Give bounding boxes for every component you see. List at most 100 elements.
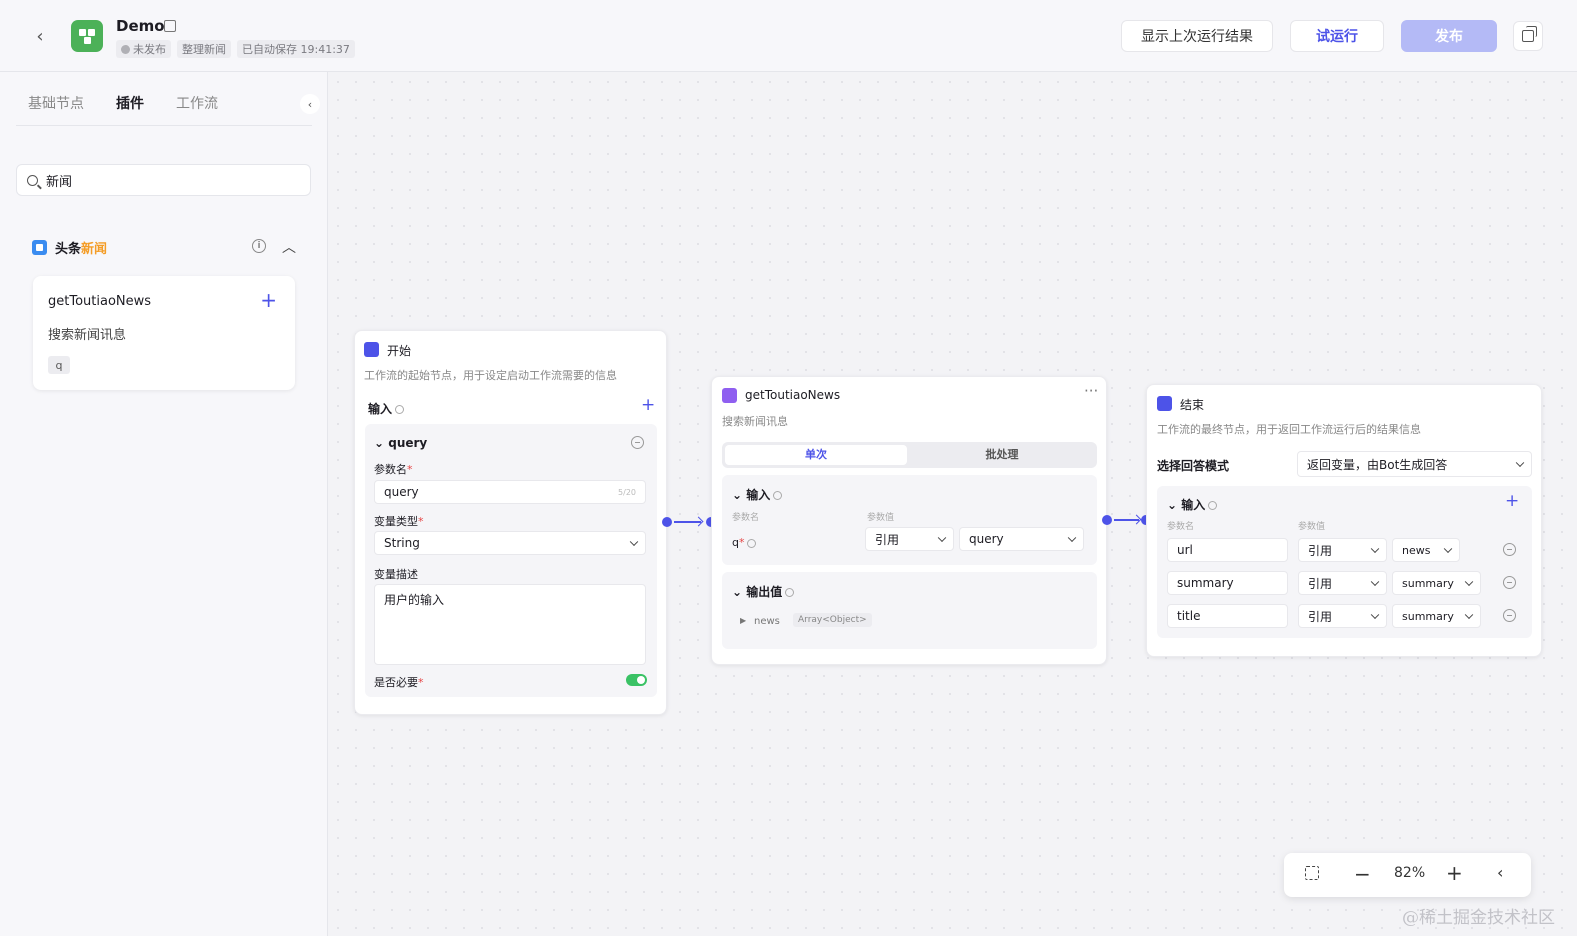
output-name-input[interactable]: title xyxy=(1167,604,1288,628)
tab-workflows[interactable]: 工作流 xyxy=(176,90,218,125)
collapse-toolbar-icon[interactable]: ‹ xyxy=(1497,863,1503,882)
plugin-input-label[interactable]: ⌄ 输入 xyxy=(732,486,783,503)
plugin-tool-name: getToutiaoNews xyxy=(48,294,152,309)
param-ref-select[interactable]: 引用 xyxy=(865,527,954,551)
output-ref-select[interactable]: 引用 xyxy=(1298,538,1387,562)
required-toggle[interactable] xyxy=(626,674,647,686)
output-name-input[interactable]: summary xyxy=(1167,571,1288,595)
required-label: 是否必要* xyxy=(374,676,424,689)
top-bar: ‹ Demo 未发布 整理新闻 已自动保存 19:41:37 显示上次运行结果 … xyxy=(0,0,1577,72)
edit-title-icon[interactable] xyxy=(164,20,176,32)
plugin-node-icon xyxy=(722,388,737,403)
var-desc-label: 变量描述 xyxy=(374,568,418,581)
tab-single[interactable]: 单次 xyxy=(725,445,907,465)
node-panel: 基础节点 插件 工作流 ‹ 新闻 头条新闻 i ︿ getToutiaoNews… xyxy=(0,72,328,936)
answer-mode-select[interactable]: 返回变量，由Bot生成回答 xyxy=(1297,451,1532,477)
info-icon[interactable]: i xyxy=(252,239,266,253)
zoom-level: 82% xyxy=(1394,865,1426,881)
param-q-label: q* xyxy=(732,536,757,549)
chevron-down-icon xyxy=(1370,577,1380,587)
run-mode-tabs: 单次 批处理 xyxy=(722,442,1097,468)
var-type-select[interactable]: String xyxy=(374,531,646,555)
add-input-icon[interactable]: + xyxy=(641,397,655,414)
panel-tabs: 基础节点 插件 工作流 xyxy=(16,90,312,126)
param-value-select[interactable]: query xyxy=(959,527,1084,551)
chevron-down-icon xyxy=(937,533,947,543)
remove-row-icon[interactable] xyxy=(1503,543,1516,556)
chevron-down-icon xyxy=(1370,610,1380,620)
end-node-desc: 工作流的最终节点，用于返回工作流运行后的结果信息 xyxy=(1157,423,1421,436)
add-plugin-icon[interactable]: + xyxy=(260,288,277,312)
remove-param-icon[interactable] xyxy=(631,436,644,449)
chevron-down-icon xyxy=(1464,610,1474,620)
tab-batch[interactable]: 批处理 xyxy=(910,445,1094,465)
output-news-name: news xyxy=(754,616,780,627)
output-value-select[interactable]: summary xyxy=(1392,604,1481,628)
answer-mode-label: 选择回答模式 xyxy=(1157,459,1230,473)
tab-basic-nodes[interactable]: 基础节点 xyxy=(28,90,84,125)
expand-caret-icon[interactable]: ▶ xyxy=(740,616,746,625)
param-name-input[interactable]: query 5/20 xyxy=(374,480,646,504)
remove-row-icon[interactable] xyxy=(1503,609,1516,622)
plugin-group-header[interactable]: 头条新闻 i ︿ xyxy=(32,237,296,257)
fit-view-icon[interactable] xyxy=(1305,866,1319,880)
output-type-badge: Array<Object> xyxy=(793,613,872,627)
end-node-icon xyxy=(1157,396,1172,411)
output-ref-select[interactable]: 引用 xyxy=(1298,604,1387,628)
publish-button[interactable]: 发布 xyxy=(1401,20,1497,52)
more-options-icon[interactable]: ··· xyxy=(1084,382,1098,400)
output-value-select[interactable]: news xyxy=(1392,538,1460,562)
back-arrow-icon[interactable]: ‹ xyxy=(30,26,50,47)
workflow-meta: 未发布 整理新闻 已自动保存 19:41:37 xyxy=(116,40,355,58)
edge-start-to-plugin xyxy=(674,521,701,523)
var-desc-textarea[interactable]: 用户的输入 xyxy=(374,584,646,665)
chevron-up-icon[interactable]: ︿ xyxy=(282,237,296,257)
show-last-result-button[interactable]: 显示上次运行结果 xyxy=(1121,20,1273,52)
chevron-down-icon xyxy=(1464,577,1474,587)
zoom-toolbar: − 82% + ‹ xyxy=(1284,853,1531,897)
plugin-node-title: getToutiaoNews xyxy=(745,388,841,402)
add-output-icon[interactable]: + xyxy=(1505,493,1519,510)
var-type-label: 变量类型* xyxy=(374,515,424,528)
plugin-node[interactable]: getToutiaoNews ··· 搜索新闻讯息 单次 批处理 ⌄ 输入 参数… xyxy=(711,376,1107,665)
start-node-desc: 工作流的起始节点，用于设定启动工作流需要的信息 xyxy=(364,369,617,382)
end-node[interactable]: 结束 工作流的最终节点，用于返回工作流运行后的结果信息 选择回答模式 返回变量，… xyxy=(1146,384,1542,657)
plugin-node-desc: 搜索新闻讯息 xyxy=(722,415,788,428)
autosave-status: 已自动保存 19:41:37 xyxy=(237,40,355,58)
test-run-button[interactable]: 试运行 xyxy=(1290,20,1384,52)
copy-button[interactable] xyxy=(1513,21,1543,51)
start-output-port[interactable] xyxy=(662,517,672,527)
output-name-input[interactable]: url xyxy=(1167,538,1288,562)
param-name-col: 参数名 xyxy=(732,513,760,523)
plugin-input-section: ⌄ 输入 参数名 参数值 q* 引用 query xyxy=(722,475,1097,565)
param-value-col: 参数值 xyxy=(867,513,895,523)
plugin-search-input[interactable]: 新闻 xyxy=(16,164,311,196)
param-value-col: 参数值 xyxy=(1298,522,1326,532)
start-node-icon xyxy=(364,342,379,357)
output-ref-select[interactable]: 引用 xyxy=(1298,571,1387,595)
search-icon xyxy=(27,174,38,186)
search-value[interactable]: 新闻 xyxy=(46,171,72,190)
plugin-tool-card[interactable]: getToutiaoNews + 搜索新闻讯息 q xyxy=(33,276,295,390)
info-icon xyxy=(785,588,795,597)
chevron-down-icon xyxy=(1067,533,1077,543)
chevron-down-icon xyxy=(1370,544,1380,554)
plugin-output-port[interactable] xyxy=(1102,515,1112,525)
start-node[interactable]: 开始 工作流的起始节点，用于设定启动工作流需要的信息 输入 + ⌄ query … xyxy=(354,330,667,715)
workflow-canvas[interactable]: 开始 工作流的起始节点，用于设定启动工作流需要的信息 输入 + ⌄ query … xyxy=(329,73,1577,936)
chevron-down-icon xyxy=(1515,458,1525,468)
param-name-label: 参数名* xyxy=(374,463,413,476)
tab-plugins[interactable]: 插件 xyxy=(116,90,144,125)
plugin-output-label[interactable]: ⌄ 输出值 xyxy=(732,583,795,600)
collapse-panel-icon[interactable]: ‹ xyxy=(300,94,320,114)
end-input-section: ⌄ 输入 + 参数名 参数值 url 引用 news summary 引用 su… xyxy=(1157,486,1532,638)
end-input-label[interactable]: ⌄ 输入 xyxy=(1167,496,1218,513)
remove-row-icon[interactable] xyxy=(1503,576,1516,589)
output-value-select[interactable]: summary xyxy=(1392,571,1481,595)
zoom-in-icon[interactable]: + xyxy=(1446,861,1463,885)
query-param-header[interactable]: ⌄ query xyxy=(374,436,427,450)
edge-plugin-to-end xyxy=(1114,519,1139,521)
zoom-out-icon[interactable]: − xyxy=(1354,862,1371,886)
clock-icon xyxy=(121,44,130,54)
param-name-col: 参数名 xyxy=(1167,522,1195,532)
